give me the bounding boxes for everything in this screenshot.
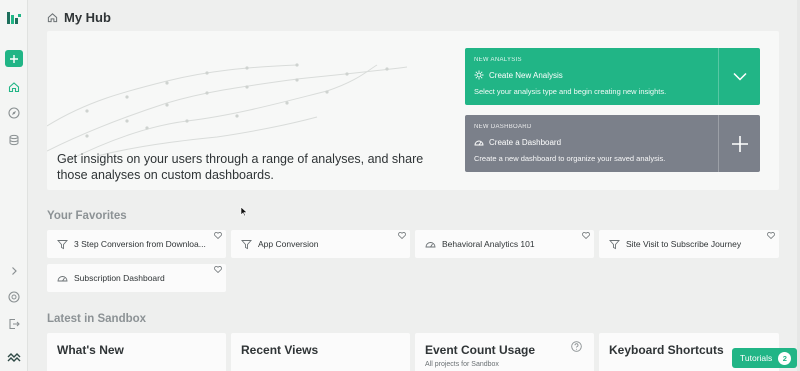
hero-panel: Get insights on your users through a ran… <box>47 31 779 190</box>
main-content: My Hub Get insights on your users throug… <box>28 0 800 371</box>
page-title: My Hub <box>64 10 111 25</box>
latest-heading: Latest in Sandbox <box>47 313 147 325</box>
new-analysis-kicker: NEW ANALYSIS <box>474 57 522 63</box>
new-dashboard-kicker: NEW DASHBOARD <box>474 124 532 130</box>
favorite-item[interactable]: 3 Step Conversion from Downloa... <box>47 230 226 258</box>
left-nav-rail <box>0 0 28 371</box>
home-icon <box>47 13 58 23</box>
new-analysis-card[interactable]: NEW ANALYSIS Create New Analysis Select … <box>465 48 760 105</box>
funnel-icon <box>57 239 68 249</box>
expand-analysis-button[interactable] <box>718 48 760 105</box>
new-dashboard-card[interactable]: NEW DASHBOARD Create a Dashboard Create … <box>465 115 760 172</box>
favorites-heading: Your Favorites <box>47 210 127 222</box>
heart-icon[interactable] <box>767 232 775 239</box>
compass-icon[interactable] <box>4 103 24 123</box>
help-icon[interactable] <box>571 341 582 352</box>
page-header: My Hub <box>47 10 111 25</box>
help-icon[interactable] <box>4 287 24 307</box>
card-title: Recent Views <box>241 343 319 357</box>
dashboard-icon <box>57 275 68 281</box>
plus-icon <box>10 54 18 63</box>
funnel-icon <box>609 239 620 249</box>
card-title: What's New <box>57 343 124 357</box>
card-title: Keyboard Shortcuts <box>609 343 724 357</box>
dashboard-icon <box>425 241 436 247</box>
create-dashboard-label: Create a Dashboard <box>489 137 562 147</box>
brand-icon <box>4 347 24 367</box>
hero-tagline: Get insights on your users through a ran… <box>57 152 424 182</box>
new-analysis-description: Select your analysis type and begin crea… <box>474 87 667 96</box>
create-dashboard-link[interactable]: Create a Dashboard <box>474 137 561 147</box>
add-button[interactable] <box>5 50 23 67</box>
mouse-cursor-icon <box>240 206 248 217</box>
dashboard-icon <box>474 140 484 146</box>
tutorials-button[interactable]: Tutorials 2 <box>732 348 797 368</box>
add-dashboard-button[interactable] <box>718 115 760 172</box>
favorite-label: App Conversion <box>258 239 319 249</box>
recent-views-card[interactable]: Recent Views <box>231 333 410 371</box>
favorite-label: Subscription Dashboard <box>74 273 165 283</box>
heart-icon[interactable] <box>398 232 406 239</box>
home-icon[interactable] <box>4 77 24 97</box>
favorite-item[interactable]: App Conversion <box>231 230 410 258</box>
card-subtitle: All projects for Sandbox <box>425 361 499 368</box>
database-icon[interactable] <box>4 130 24 150</box>
new-dashboard-description: Create a new dashboard to organize your … <box>474 154 666 163</box>
gear-icon <box>474 70 484 80</box>
card-title: Event Count Usage <box>425 343 536 357</box>
favorite-label: Site Visit to Subscribe Journey <box>626 239 742 249</box>
expand-icon[interactable] <box>4 261 24 281</box>
logo-icon[interactable] <box>4 8 24 28</box>
favorite-item[interactable]: Subscription Dashboard <box>47 264 226 292</box>
heart-icon[interactable] <box>214 232 222 239</box>
whats-new-card[interactable]: What's New <box>47 333 226 371</box>
event-count-usage-card[interactable]: Event Count Usage All projects for Sandb… <box>415 333 594 371</box>
heart-icon[interactable] <box>582 232 590 239</box>
tutorials-count-badge: 2 <box>778 351 792 365</box>
favorite-label: 3 Step Conversion from Downloa... <box>74 239 206 249</box>
create-analysis-link[interactable]: Create New Analysis <box>474 70 563 80</box>
favorite-item[interactable]: Behavioral Analytics 101 <box>415 230 594 258</box>
heart-icon[interactable] <box>214 266 222 273</box>
funnel-icon <box>241 239 252 249</box>
favorite-item[interactable]: Site Visit to Subscribe Journey <box>599 230 779 258</box>
logout-icon[interactable] <box>4 314 24 334</box>
favorite-label: Behavioral Analytics 101 <box>442 239 535 249</box>
chevron-down-icon <box>732 72 747 81</box>
plus-icon <box>731 135 748 152</box>
create-analysis-label: Create New Analysis <box>489 70 563 80</box>
tutorials-label: Tutorials <box>740 353 773 363</box>
